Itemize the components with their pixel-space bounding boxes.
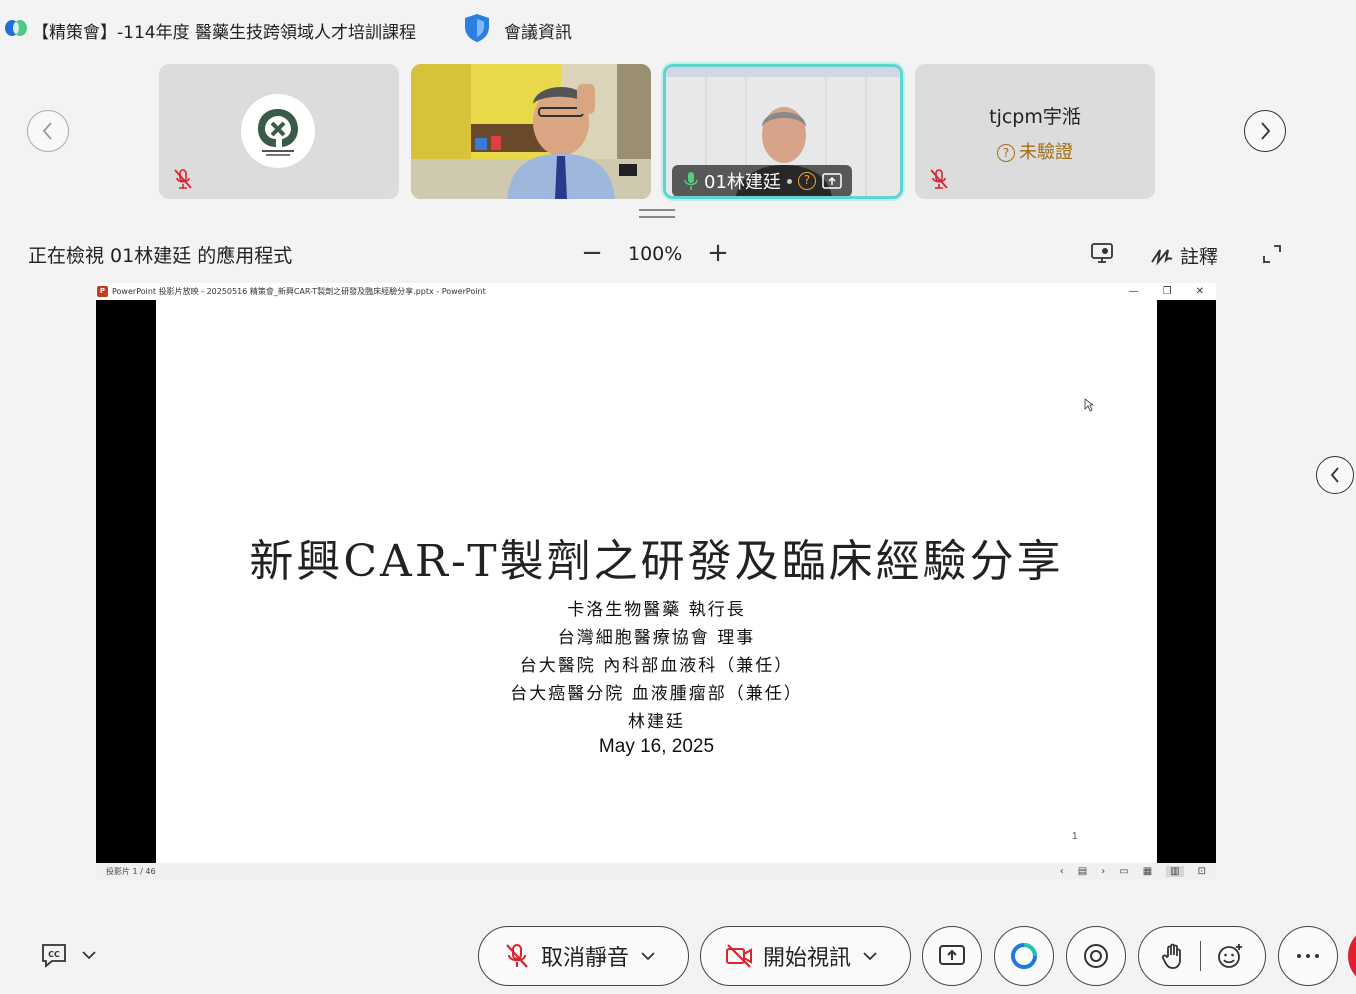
slide-title: 新興CAR-T製劑之研發及臨床經驗分享 bbox=[249, 536, 1064, 587]
slide-counter: 投影片 1 / 46 bbox=[106, 866, 156, 876]
ppt-window-titlebar: P PowerPoint 投影片放映 - 20250516 精策會_新興CAR-… bbox=[96, 283, 1216, 300]
slide-line: 台大癌醫分院 血液腫瘤部（兼任） bbox=[510, 684, 803, 704]
more-dots-icon bbox=[1297, 954, 1319, 958]
participant-video-feed bbox=[411, 64, 651, 199]
ppt-window-title: PowerPoint 投影片放映 - 20250516 精策會_新興CAR-T製… bbox=[112, 287, 486, 296]
reading-view-icon: ▥ bbox=[1166, 865, 1184, 877]
slide-number: 1 bbox=[1072, 831, 1078, 842]
meeting-info-link[interactable]: 會議資訊 bbox=[504, 18, 572, 43]
org-emblem-icon bbox=[258, 109, 298, 156]
chevron-left-icon bbox=[42, 122, 52, 140]
chevron-right-icon bbox=[1261, 122, 1271, 140]
resize-drag-handle[interactable] bbox=[639, 209, 675, 218]
ai-assistant-icon bbox=[1011, 943, 1037, 969]
muted-mic-icon bbox=[930, 169, 948, 189]
zoom-out-button[interactable]: − bbox=[580, 238, 604, 268]
unverified-label: 未驗證 bbox=[1019, 142, 1073, 163]
slideshow-view-icon: ⊡ bbox=[1197, 865, 1206, 877]
slide-line: 林建廷 bbox=[628, 712, 685, 732]
closed-captions-icon[interactable]: CC bbox=[40, 942, 68, 968]
leave-meeting-button[interactable] bbox=[1348, 926, 1356, 986]
org-logo bbox=[241, 94, 315, 168]
pen-squiggle-icon bbox=[1151, 248, 1173, 265]
share-screen-icon bbox=[939, 945, 965, 965]
record-button[interactable] bbox=[1066, 926, 1126, 986]
speaker-name-chip: 01林建廷 ? bbox=[672, 165, 852, 196]
ai-assistant-button[interactable] bbox=[994, 926, 1054, 986]
divider bbox=[1199, 941, 1201, 971]
slide-presenter-info: 卡洛生物醫藥 執行長 台灣細胞醫療協會 理事 台大醫院 內科部血液科（兼任） 台… bbox=[156, 596, 1157, 736]
ppt-status-bar: 投影片 1 / 46 ‹ ▤ › ▭ ▦ ▥ ⊡ bbox=[96, 863, 1216, 879]
title-bar: 【精策會】-114年度 醫藥生技跨領域人才培訓課程 會議資訊 bbox=[0, 0, 1356, 58]
fullscreen-icon[interactable] bbox=[1262, 244, 1282, 264]
participant-tile-tjcpm[interactable]: tjcpm宇湉 ? 未驗證 bbox=[915, 64, 1155, 199]
minimize-icon: — bbox=[1128, 286, 1139, 297]
start-video-label: 開始視訊 bbox=[763, 946, 852, 971]
ppt-window-controls: — ❐ ✕ bbox=[1129, 283, 1204, 300]
emoji-reaction-icon[interactable] bbox=[1216, 942, 1244, 970]
separator-dot bbox=[786, 178, 792, 184]
record-icon bbox=[1084, 944, 1108, 968]
open-side-panel-button[interactable] bbox=[1316, 456, 1354, 494]
zoom-level: 100% bbox=[628, 243, 683, 265]
participant-name: tjcpm宇湉 bbox=[989, 106, 1081, 128]
muted-mic-icon bbox=[506, 944, 528, 968]
prev-slide-icon: ‹ bbox=[1059, 865, 1064, 877]
mic-on-icon bbox=[684, 172, 698, 190]
slide-menu-icon: ▤ bbox=[1077, 865, 1088, 877]
mouse-cursor-icon bbox=[1084, 398, 1094, 412]
viewing-status-text: 正在檢視 01林建廷 的應用程式 bbox=[28, 245, 293, 267]
start-video-button[interactable]: 開始視訊 bbox=[700, 926, 911, 986]
more-options-button[interactable] bbox=[1278, 926, 1338, 986]
restore-icon: ❐ bbox=[1162, 286, 1172, 297]
slide-date: May 16, 2025 bbox=[598, 736, 715, 757]
unverified-status: ? 未驗證 bbox=[915, 138, 1155, 164]
presentation-slide: 新興CAR-T製劑之研發及臨床經驗分享 卡洛生物醫藥 執行長 台灣細胞醫療協會 … bbox=[156, 300, 1157, 863]
chevron-down-icon[interactable] bbox=[861, 947, 879, 965]
share-content-button[interactable] bbox=[922, 926, 982, 986]
raise-hand-icon[interactable] bbox=[1161, 942, 1185, 970]
close-icon: ✕ bbox=[1195, 286, 1204, 297]
slide-line: 台大醫院 內科部血液科（兼任） bbox=[519, 656, 794, 676]
chevron-down-icon[interactable] bbox=[639, 947, 657, 965]
speaker-name: 01林建廷 bbox=[704, 172, 781, 193]
unmute-button[interactable]: 取消靜音 bbox=[478, 926, 689, 986]
share-screen-small-icon bbox=[822, 173, 842, 189]
video-off-icon bbox=[726, 944, 752, 968]
annotate-button[interactable]: 註釋 bbox=[1150, 242, 1218, 269]
slide-line: 卡洛生物醫藥 執行長 bbox=[567, 600, 746, 620]
normal-view-icon: ▭ bbox=[1119, 865, 1129, 877]
sorter-view-icon: ▦ bbox=[1142, 865, 1153, 877]
participant-tile-active-speaker[interactable]: 01林建廷 ? bbox=[663, 64, 903, 199]
pop-out-view-icon[interactable] bbox=[1090, 242, 1114, 264]
next-slide-icon: › bbox=[1101, 865, 1106, 877]
unmute-label: 取消靜音 bbox=[541, 946, 630, 971]
next-participants-button[interactable] bbox=[1244, 110, 1286, 152]
slide-line: 台灣細胞醫療協會 理事 bbox=[557, 628, 756, 648]
question-icon: ? bbox=[997, 144, 1015, 162]
chevron-down-icon[interactable] bbox=[80, 946, 98, 964]
powerpoint-icon: P bbox=[97, 286, 108, 297]
participant-tile-org[interactable] bbox=[159, 64, 399, 199]
annotate-label: 註釋 bbox=[1180, 246, 1219, 268]
svg-text:CC: CC bbox=[48, 950, 60, 959]
participant-tile-video-1[interactable] bbox=[411, 64, 651, 199]
chevron-left-icon bbox=[1330, 467, 1339, 483]
ppt-status-controls: ‹ ▤ › ▭ ▦ ▥ ⊡ bbox=[1060, 863, 1206, 879]
prev-participants-button[interactable] bbox=[27, 110, 69, 152]
shield-icon[interactable] bbox=[463, 13, 491, 43]
muted-mic-icon bbox=[174, 169, 192, 189]
webex-logo-icon bbox=[5, 20, 27, 36]
hand-reactions-button-group bbox=[1138, 926, 1266, 986]
meeting-title: 【精策會】-114年度 醫藥生技跨領域人才培訓課程 bbox=[32, 23, 416, 43]
question-icon: ? bbox=[797, 172, 816, 190]
zoom-in-button[interactable]: + bbox=[706, 238, 730, 268]
shared-screen[interactable]: P PowerPoint 投影片放映 - 20250516 精策會_新興CAR-… bbox=[96, 283, 1216, 879]
